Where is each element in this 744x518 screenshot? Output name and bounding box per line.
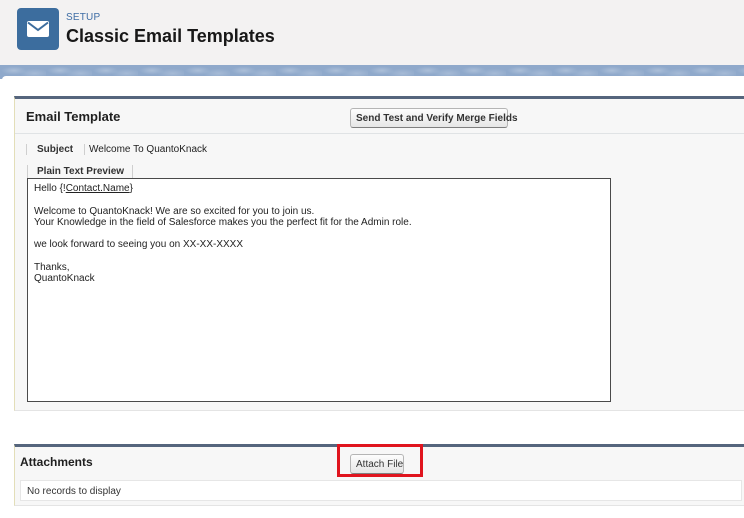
empty-state-message: No records to display xyxy=(20,480,742,501)
greeting-suffix: } xyxy=(129,183,133,194)
preview-line-greeting: Hello {!Contact.Name} xyxy=(34,183,604,194)
attachments-section: Attachments Attach File No records to di… xyxy=(14,444,744,506)
preview-line xyxy=(34,194,604,205)
breadcrumb[interactable]: SETUP xyxy=(66,12,100,23)
divider xyxy=(15,133,744,134)
preview-line: we look forward to seeing you on XX-XX-X… xyxy=(34,239,243,251)
preview-line xyxy=(34,251,604,262)
send-test-button[interactable]: Send Test and Verify Merge Fields xyxy=(350,108,518,128)
merge-field: Contact.Name xyxy=(65,183,130,194)
preview-line: Thanks, xyxy=(34,262,70,274)
attach-file-button[interactable]: Attach File xyxy=(350,454,404,474)
page-title: Classic Email Templates xyxy=(66,26,275,46)
attachments-heading: Attachments xyxy=(20,455,93,469)
subject-label: Subject xyxy=(26,144,73,155)
email-template-heading: Email Template xyxy=(26,109,121,124)
plain-text-preview: Hello {!Contact.Name} Welcome to QuantoK… xyxy=(27,178,611,402)
page: SETUP Classic Email Templates Email Temp… xyxy=(0,0,744,518)
preview-line xyxy=(34,228,604,239)
preview-line: QuantoKnack xyxy=(34,273,95,285)
preview-line: Welcome to QuantoKnack! We are so excite… xyxy=(34,205,315,217)
preview-line: Your Knowledge in the field of Salesforc… xyxy=(34,216,412,228)
email-template-section: Email Template Send Test and Verify Merg… xyxy=(14,96,744,411)
subject-value: Welcome To QuantoKnack xyxy=(84,144,207,155)
envelope-icon xyxy=(17,8,59,50)
page-header: SETUP Classic Email Templates xyxy=(0,0,744,65)
greeting-prefix: Hello {! xyxy=(34,183,66,194)
plain-text-preview-label: Plain Text Preview xyxy=(27,165,134,179)
